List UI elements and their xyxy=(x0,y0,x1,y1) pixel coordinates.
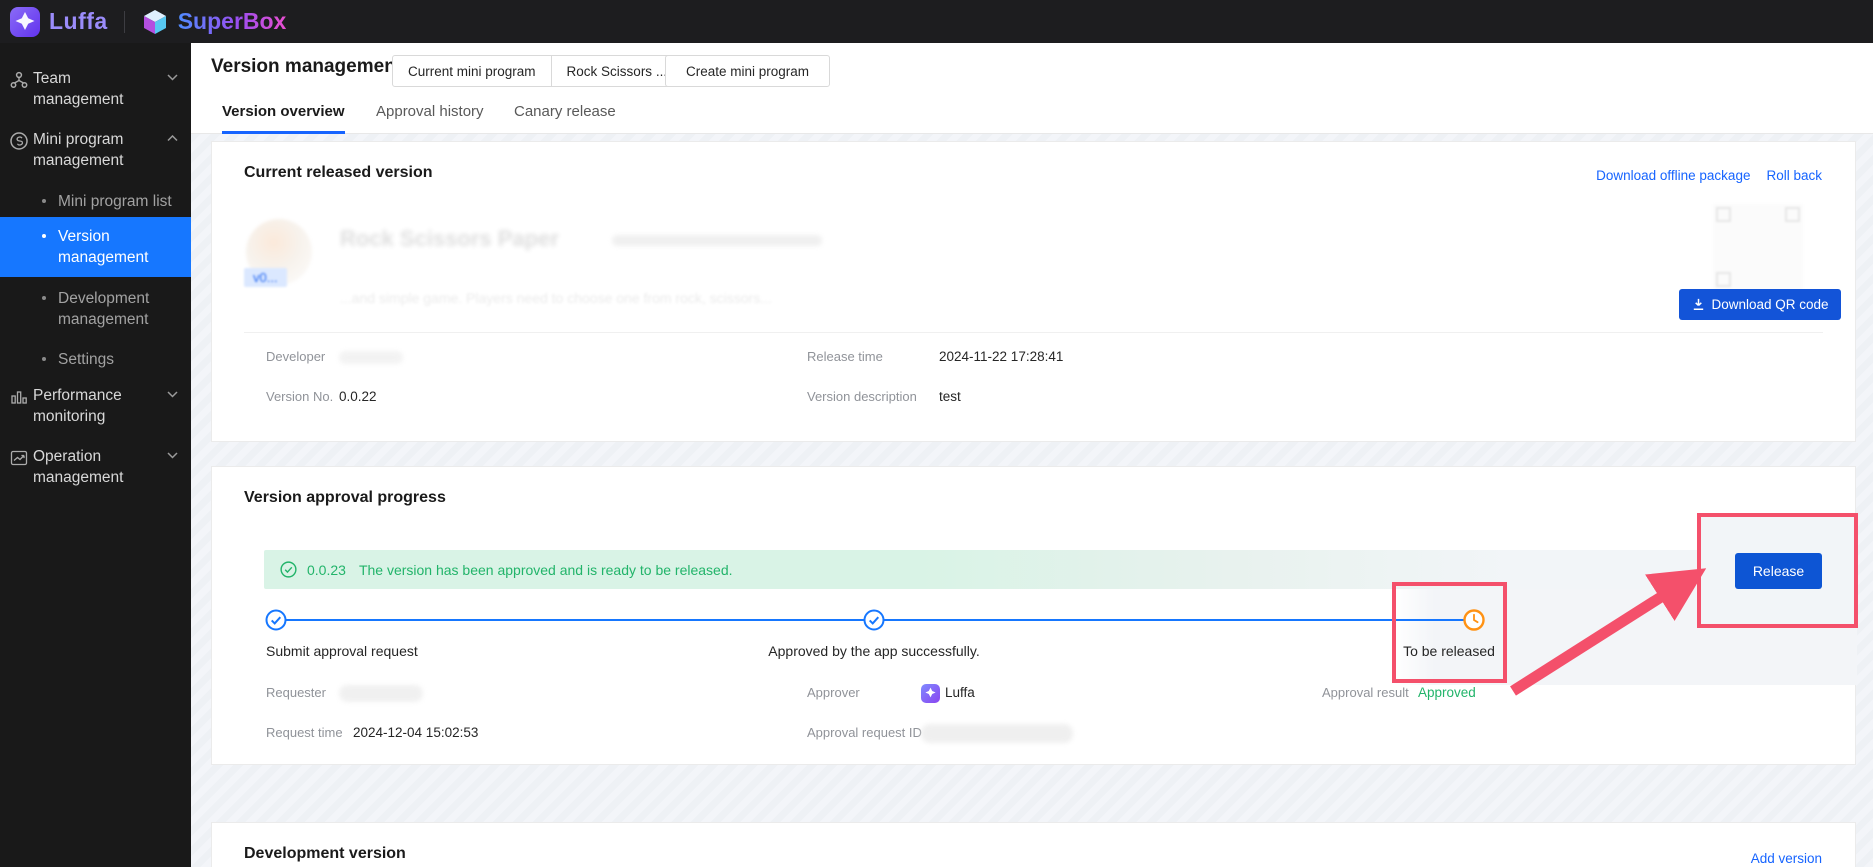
org-chart-icon xyxy=(10,71,28,88)
approval-result-value: Approved xyxy=(1418,685,1476,700)
bullet-dot xyxy=(42,357,46,361)
current-mini-program-button[interactable]: Current mini program xyxy=(393,56,551,86)
bullet-dot xyxy=(42,296,46,300)
app-meta-blurred xyxy=(612,235,822,246)
info-row: Developer Release time 2024-11-22 17:28:… xyxy=(212,349,1855,367)
step-check-icon xyxy=(265,609,287,631)
development-version-card: Development version Add version xyxy=(211,822,1856,867)
release-button[interactable]: Release xyxy=(1735,553,1822,589)
field-label: Approver xyxy=(807,685,860,700)
info-row: Requester Approver Luffa Approval result… xyxy=(212,684,1855,703)
page-title: Version management xyxy=(211,56,403,77)
download-icon xyxy=(1694,298,1704,310)
field-label: Requester xyxy=(266,685,326,700)
bullet-dot xyxy=(42,234,46,238)
luffa-avatar-icon xyxy=(921,684,940,703)
field-label: Version description xyxy=(807,389,917,404)
download-offline-package-link[interactable]: Download offline package xyxy=(1596,168,1750,183)
sidebar-item-label: Settings xyxy=(58,351,115,368)
app-title-blurred: Rock Scissors Paper xyxy=(340,226,559,251)
field-label: Approval result xyxy=(1322,685,1409,700)
chevron-down-icon xyxy=(167,391,178,398)
chevron-down-icon xyxy=(167,74,178,81)
luffa-logo[interactable]: Luffa xyxy=(10,6,108,37)
current-released-version-card: Current released version Download offlin… xyxy=(211,141,1856,442)
approval-success-banner: 0.0.23 The version has been approved and… xyxy=(264,550,1827,589)
version-no-value: 0.0.22 xyxy=(339,389,377,404)
chevron-up-icon xyxy=(167,135,178,142)
mini-program-icon xyxy=(10,132,28,150)
superbox-cube-icon xyxy=(143,9,166,34)
qr-corner xyxy=(1785,207,1800,222)
card-links: Download offline package Roll back xyxy=(1596,168,1822,183)
roll-back-link[interactable]: Roll back xyxy=(1766,168,1822,183)
program-select-value: Rock Scissors ... xyxy=(566,63,668,79)
step-check-icon xyxy=(863,609,885,631)
download-qr-code-button[interactable]: Download QR code xyxy=(1679,289,1841,320)
banner-message: The version has been approved and is rea… xyxy=(358,561,733,578)
release-time-value: 2024-11-22 17:28:41 xyxy=(939,349,1064,364)
trend-chart-icon xyxy=(10,450,28,466)
sidebar-item-label: Performance monitoring xyxy=(33,387,122,425)
field-label: Version No. xyxy=(266,389,334,404)
field-label: Request time xyxy=(266,725,343,740)
top-bar: Luffa SuperBox xyxy=(0,0,1873,43)
qr-corner xyxy=(1716,207,1731,222)
info-row: Version No. 0.0.22 Version description t… xyxy=(212,389,1855,407)
luffa-app-icon xyxy=(10,6,40,37)
step-label-approved: Approved by the app successfully. xyxy=(768,643,980,659)
sidebar-item-label: Mini program list xyxy=(58,193,172,210)
tab-canary-release[interactable]: Canary release xyxy=(514,95,616,134)
requester-value-blurred xyxy=(339,685,423,702)
sidebar-item-label: Operation management xyxy=(33,448,124,486)
info-row: Request time 2024-12-04 15:02:53 Approva… xyxy=(212,724,1855,743)
version-approval-progress-card: Version approval progress 0.0.23 The ver… xyxy=(211,466,1857,765)
luffa-label: Luffa xyxy=(49,8,108,34)
qr-corner xyxy=(1716,272,1731,287)
tab-bar: Version overview Approval history Canary… xyxy=(191,95,1873,134)
bar-chart-icon xyxy=(11,391,27,404)
superbox-logo[interactable]: SuperBox xyxy=(141,8,287,36)
field-label: Release time xyxy=(807,349,883,364)
tab-version-overview[interactable]: Version overview xyxy=(222,95,345,134)
tab-approval-history[interactable]: Approval history xyxy=(376,95,484,134)
superbox-label: SuperBox xyxy=(177,8,287,34)
check-circle-icon xyxy=(280,561,297,578)
download-qr-code-label: Download QR code xyxy=(1711,297,1829,312)
field-label: Developer xyxy=(266,349,326,364)
app-window: Luffa SuperBox Team management Mini prog… xyxy=(0,0,1873,867)
version-description-value: test xyxy=(939,389,961,404)
banner-version: 0.0.23 xyxy=(307,561,346,578)
card-title: Development version xyxy=(244,845,406,862)
sidebar-item-label: Version management xyxy=(58,228,149,266)
sidebar-item-version-management[interactable]: Version management xyxy=(0,217,191,277)
card-title: Current released version xyxy=(244,164,433,181)
create-mini-program-button[interactable]: Create mini program xyxy=(665,55,831,87)
program-switcher: Current mini program Rock Scissors ... xyxy=(392,55,703,87)
card-divider xyxy=(244,332,1823,333)
qr-code-blurred xyxy=(1713,204,1803,290)
chevron-down-icon xyxy=(167,452,178,459)
version-badge-blurred: v0... xyxy=(244,268,287,287)
sidebar-item-label: Mini program management xyxy=(33,131,124,169)
topbar-divider xyxy=(123,10,125,33)
annotation-box-release: Release xyxy=(1697,513,1858,628)
step-label-submit: Submit approval request xyxy=(266,643,418,659)
field-label: Approval request ID xyxy=(807,725,922,740)
bullet-dot xyxy=(42,199,46,203)
sidebar-item-label: Development management xyxy=(58,290,150,328)
card-title: Version approval progress xyxy=(244,489,446,506)
main-area: Version management Current mini program … xyxy=(191,43,1873,867)
add-version-link[interactable]: Add version xyxy=(1751,851,1822,866)
approver-value: Luffa xyxy=(945,685,975,700)
developer-value-blurred xyxy=(339,351,403,364)
request-time-value: 2024-12-04 15:02:53 xyxy=(353,725,479,740)
sidebar-item-label: Team management xyxy=(33,70,124,108)
content-area: Current released version Download offlin… xyxy=(191,134,1873,867)
approval-request-id-blurred xyxy=(921,724,1073,743)
app-description-blurred: ...and simple game. Players need to choo… xyxy=(340,290,772,306)
annotation-box-to-be-released xyxy=(1392,582,1507,683)
sidebar-nav: Team management Mini program management … xyxy=(0,43,191,867)
